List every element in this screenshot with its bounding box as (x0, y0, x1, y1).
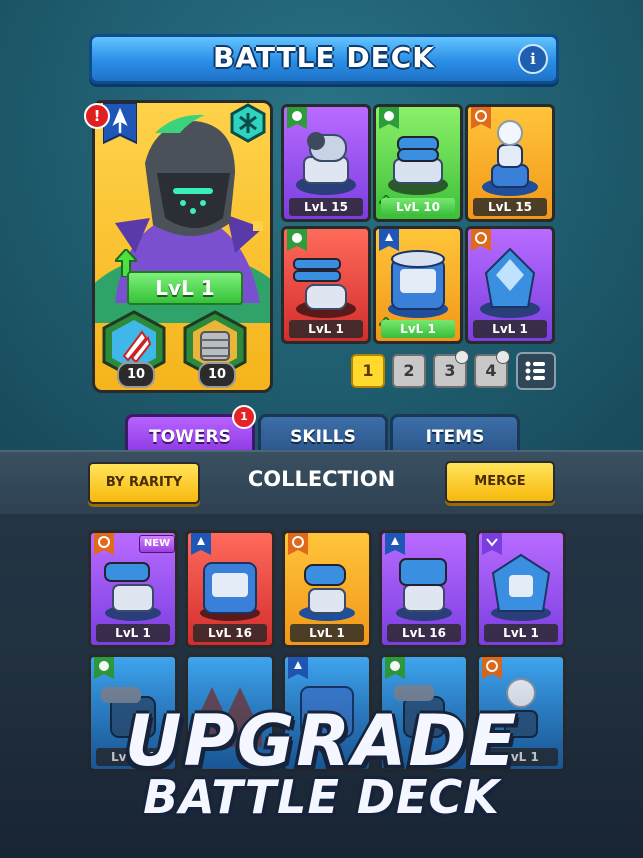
page-title: BATTLE DECK (212, 41, 435, 74)
collection-card[interactable]: LvL 16 (379, 530, 469, 648)
power-class-icon (385, 657, 405, 679)
energy-class-icon (288, 533, 308, 555)
hero-level-label: LvL 1 (127, 271, 243, 305)
title-banner: BATTLE DECK i (89, 34, 559, 84)
card-level-label: LvL 1 (96, 624, 170, 642)
energy-class-icon (471, 107, 491, 129)
skill-count-badge: 10 (117, 362, 155, 388)
energy-class-icon (482, 657, 502, 679)
card-level-label: LvL 15 (473, 198, 547, 216)
card-level-label: LvL 16 (387, 624, 461, 642)
merge-button[interactable]: MERGE (445, 461, 555, 503)
hero-element-icon (230, 103, 266, 143)
deck-card[interactable]: LvL 10 (373, 104, 463, 222)
list-icon (525, 361, 545, 381)
deck-card[interactable]: LvL 15 (281, 104, 371, 222)
new-badge: NEW (139, 535, 175, 553)
card-level-label: LvL 10 (381, 198, 455, 216)
hero-alert-badge: ! (84, 103, 110, 129)
power-class-icon (287, 229, 307, 251)
deck-card[interactable]: LvL 1 (281, 226, 371, 344)
promo-subheadline: BATTLE DECK (143, 770, 500, 824)
power-class-icon (287, 107, 307, 129)
info-button[interactable]: i (518, 44, 548, 74)
lock-icon (455, 350, 469, 364)
energy-class-icon (94, 533, 114, 555)
collection-card[interactable]: NEW LvL 1 (88, 530, 178, 648)
towers-notification-badge: 1 (232, 405, 256, 429)
deck-list-button[interactable] (516, 352, 556, 390)
collection-card[interactable]: LvL 16 (185, 530, 275, 648)
page-number: 4 (485, 361, 497, 380)
speed-class-icon (288, 657, 308, 679)
card-level-label: LvL 16 (193, 624, 267, 642)
speed-class-icon (191, 533, 211, 555)
card-level-label: LvL 1 (484, 624, 558, 642)
deck-page-1-button[interactable]: 1 (351, 354, 385, 388)
power-class-icon (379, 107, 399, 129)
deck-card[interactable]: LvL 15 (465, 104, 555, 222)
deck-card[interactable]: LvL 1 (373, 226, 463, 344)
energy-class-icon (471, 229, 491, 251)
card-level-label: LvL 1 (381, 320, 455, 338)
card-level-label: LvL 1 (290, 624, 364, 642)
speed-class-icon (379, 229, 399, 251)
shield-class-icon (482, 533, 502, 555)
page-number: 3 (444, 361, 456, 380)
deck-page-3-button[interactable]: 3 (433, 350, 469, 388)
collection-card[interactable]: LvL 1 (476, 530, 566, 648)
card-level-label: LvL 1 (473, 320, 547, 338)
deck-page-4-button[interactable]: 4 (474, 350, 510, 388)
deck-card[interactable]: LvL 1 (465, 226, 555, 344)
card-level-label: LvL 1 (289, 320, 363, 338)
skill-count-badge: 10 (198, 362, 236, 388)
deck-page-2-button[interactable]: 2 (392, 354, 426, 388)
lock-icon (496, 350, 510, 364)
speed-class-icon (385, 533, 405, 555)
card-level-label: LvL 15 (289, 198, 363, 216)
power-class-icon (94, 657, 114, 679)
collection-card[interactable]: LvL 1 (282, 530, 372, 648)
